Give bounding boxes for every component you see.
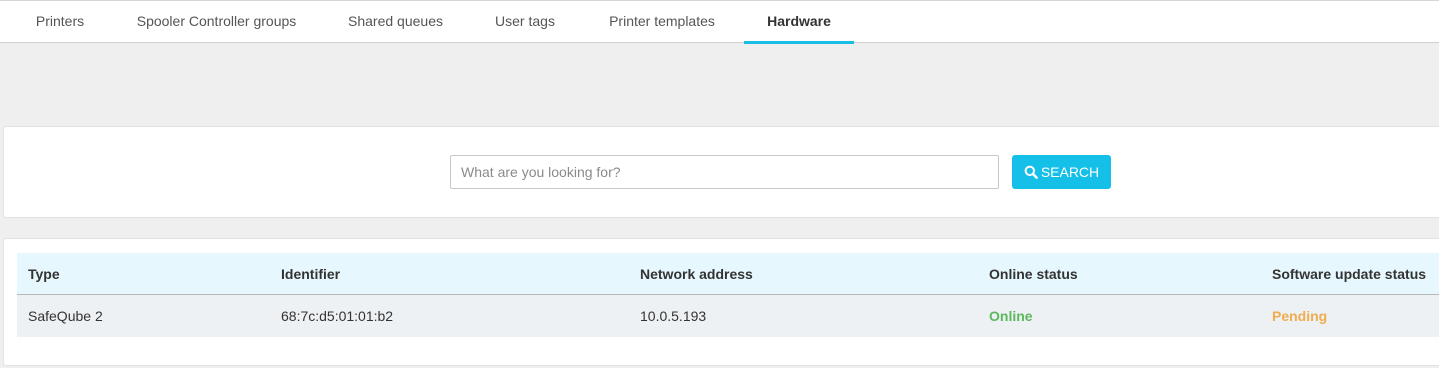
tab-user-tags[interactable]: User tags: [478, 1, 572, 43]
tab-printer-templates[interactable]: Printer templates: [592, 1, 732, 43]
column-header-identifier[interactable]: Identifier: [281, 253, 340, 295]
cell-type: SafeQube 2: [28, 308, 103, 324]
cell-network-address: 10.0.5.193: [640, 308, 707, 324]
cell-identifier: 68:7c:d5:01:01:b2: [281, 308, 394, 324]
column-header-network-address[interactable]: Network address: [640, 253, 753, 295]
tab-bar: Printers Spooler Controller groups Share…: [0, 0, 1439, 44]
online-status-badge: Online: [989, 308, 1033, 324]
column-header-software-update-status[interactable]: Software update status: [1272, 253, 1426, 295]
search-icon: [1024, 165, 1038, 179]
tab-spooler-controller-groups[interactable]: Spooler Controller groups: [120, 1, 313, 43]
column-header-online-status[interactable]: Online status: [989, 253, 1078, 295]
search-button[interactable]: SEARCH: [1012, 155, 1111, 189]
search-panel: SEARCH: [3, 126, 1439, 218]
search-input[interactable]: [450, 155, 999, 189]
column-header-type[interactable]: Type: [28, 253, 60, 295]
table-row[interactable]: SafeQube 2 68:7c:d5:01:01:b2 10.0.5.193 …: [17, 295, 1439, 337]
hardware-table: Type Identifier Network address Online s…: [3, 238, 1439, 366]
tab-hardware[interactable]: Hardware: [744, 1, 854, 44]
search-button-label: SEARCH: [1040, 164, 1100, 180]
table-header: Type Identifier Network address Online s…: [17, 253, 1439, 295]
tab-printers[interactable]: Printers: [20, 1, 100, 43]
software-update-status-badge: Pending: [1272, 308, 1328, 324]
tab-shared-queues[interactable]: Shared queues: [333, 1, 458, 43]
